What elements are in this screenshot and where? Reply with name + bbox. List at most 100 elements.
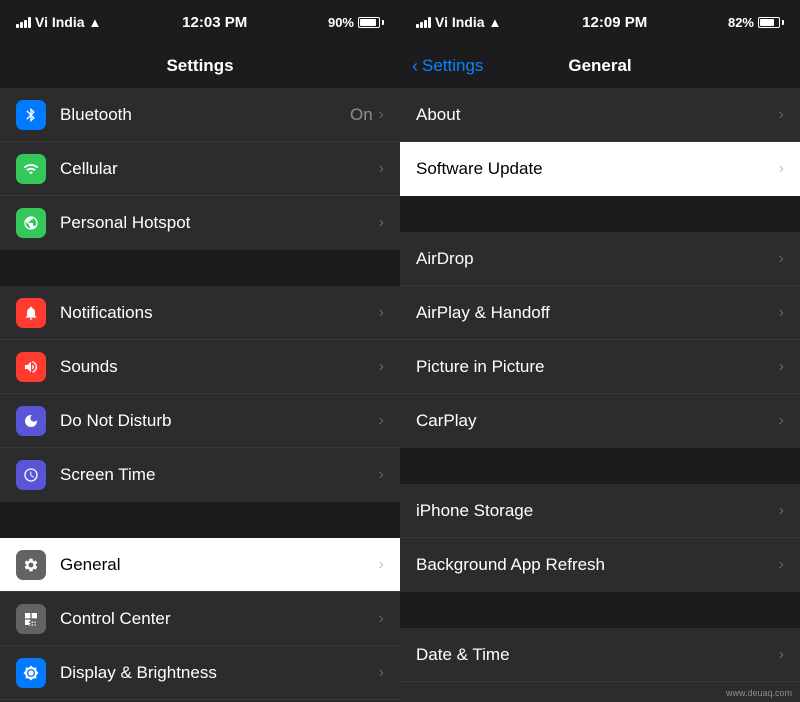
sounds-label: Sounds [60,357,379,377]
control-center-chevron: › [379,610,384,628]
left-settings-list: Bluetooth On › Cellular › [0,88,400,702]
hotspot-chevron: › [379,214,384,232]
right-item-datetime[interactable]: Date & Time › [400,628,800,682]
right-panel: Vi India ▲ 12:09 PM 82% ‹ Settings Gener… [400,0,800,702]
settings-item-notifications[interactable]: Notifications › [0,286,400,340]
bg-refresh-chevron: › [779,556,784,574]
bluetooth-chevron: › [379,106,384,124]
pip-label: Picture in Picture [416,357,779,377]
dnd-chevron: › [379,412,384,430]
right-group-2: AirDrop › AirPlay & Handoff › Picture in… [400,232,800,448]
notifications-chevron: › [379,304,384,322]
settings-item-hotspot[interactable]: Personal Hotspot › [0,196,400,250]
right-carrier: Vi India [435,14,485,30]
settings-item-bluetooth[interactable]: Bluetooth On › [0,88,400,142]
right-battery-area: 82% [728,15,784,30]
settings-item-dnd[interactable]: Do Not Disturb › [0,394,400,448]
bg-refresh-label: Background App Refresh [416,555,779,575]
control-center-label: Control Center [60,609,379,629]
iphone-storage-chevron: › [779,502,784,520]
right-group-3: iPhone Storage › Background App Refresh … [400,484,800,592]
left-battery-area: 90% [328,15,384,30]
airdrop-label: AirDrop [416,249,779,269]
right-spacer-2 [400,448,800,484]
nav-back-label: Settings [422,56,483,76]
right-status-bar: Vi India ▲ 12:09 PM 82% [400,0,800,44]
hotspot-label: Personal Hotspot [60,213,379,233]
control-center-icon [16,604,46,634]
nav-back-button[interactable]: ‹ Settings [412,56,483,77]
dnd-icon [16,406,46,436]
back-chevron-icon: ‹ [412,56,418,77]
left-carrier: Vi India [35,14,85,30]
settings-item-sounds[interactable]: Sounds › [0,340,400,394]
right-item-bg-refresh[interactable]: Background App Refresh › [400,538,800,592]
software-update-label: Software Update [416,159,779,179]
right-group-1: About › Software Update › [400,88,800,196]
right-signal-icon [416,16,431,28]
right-item-airdrop[interactable]: AirDrop › [400,232,800,286]
right-item-carplay[interactable]: CarPlay › [400,394,800,448]
settings-item-general[interactable]: General › [0,538,400,592]
screen-time-label: Screen Time [60,465,379,485]
right-item-iphone-storage[interactable]: iPhone Storage › [400,484,800,538]
general-nav-title: General [568,56,631,76]
right-wifi-icon: ▲ [489,15,502,30]
signal-icon [16,16,31,28]
display-chevron: › [379,664,384,682]
airplay-label: AirPlay & Handoff [416,303,779,323]
right-item-pip[interactable]: Picture in Picture › [400,340,800,394]
pip-chevron: › [779,358,784,376]
battery-icon [358,17,384,28]
settings-title-bar: Settings [0,44,400,88]
group-spacer-2 [0,502,400,538]
wifi-icon: ▲ [89,15,102,30]
left-status-bar: Vi India ▲ 12:03 PM 90% [0,0,400,44]
datetime-chevron: › [779,646,784,664]
bluetooth-value: On [350,105,373,125]
bluetooth-label: Bluetooth [60,105,350,125]
group-general: General › Control Center › Display [0,538,400,702]
right-item-airplay[interactable]: AirPlay & Handoff › [400,286,800,340]
settings-item-cellular[interactable]: Cellular › [0,142,400,196]
dnd-label: Do Not Disturb [60,411,379,431]
right-carrier-signal: Vi India ▲ [416,14,501,30]
cellular-label: Cellular [60,159,379,179]
display-icon [16,658,46,688]
carplay-label: CarPlay [416,411,779,431]
general-icon [16,550,46,580]
right-item-software-update[interactable]: Software Update › [400,142,800,196]
right-item-about[interactable]: About › [400,88,800,142]
settings-item-control-center[interactable]: Control Center › [0,592,400,646]
screen-time-chevron: › [379,466,384,484]
settings-item-screen-time[interactable]: Screen Time › [0,448,400,502]
general-label: General [60,555,379,575]
settings-page-title: Settings [166,56,233,76]
right-group-4: Date & Time › Keyboard › [400,628,800,702]
sounds-icon [16,352,46,382]
right-time: 12:09 PM [582,14,647,31]
right-battery-icon [758,17,784,28]
group-spacer-1 [0,250,400,286]
right-item-keyboard[interactable]: Keyboard › [400,682,800,702]
left-battery-pct: 90% [328,15,354,30]
airplay-chevron: › [779,304,784,322]
left-carrier-signal: Vi India ▲ [16,14,101,30]
settings-item-display[interactable]: Display & Brightness › [0,646,400,700]
left-panel: Vi India ▲ 12:03 PM 90% Settings [0,0,400,702]
hotspot-icon [16,208,46,238]
datetime-label: Date & Time [416,645,779,665]
airdrop-chevron: › [779,250,784,268]
group-notifications: Notifications › Sounds › Do Not Di [0,286,400,502]
right-spacer-1 [400,196,800,232]
iphone-storage-label: iPhone Storage [416,501,779,521]
right-nav-bar: ‹ Settings General [400,44,800,88]
notifications-icon [16,298,46,328]
group-connectivity: Bluetooth On › Cellular › [0,88,400,250]
carplay-chevron: › [779,412,784,430]
cellular-chevron: › [379,160,384,178]
about-label: About [416,105,779,125]
right-battery-pct: 82% [728,15,754,30]
general-chevron: › [379,556,384,574]
display-label: Display & Brightness [60,663,379,683]
